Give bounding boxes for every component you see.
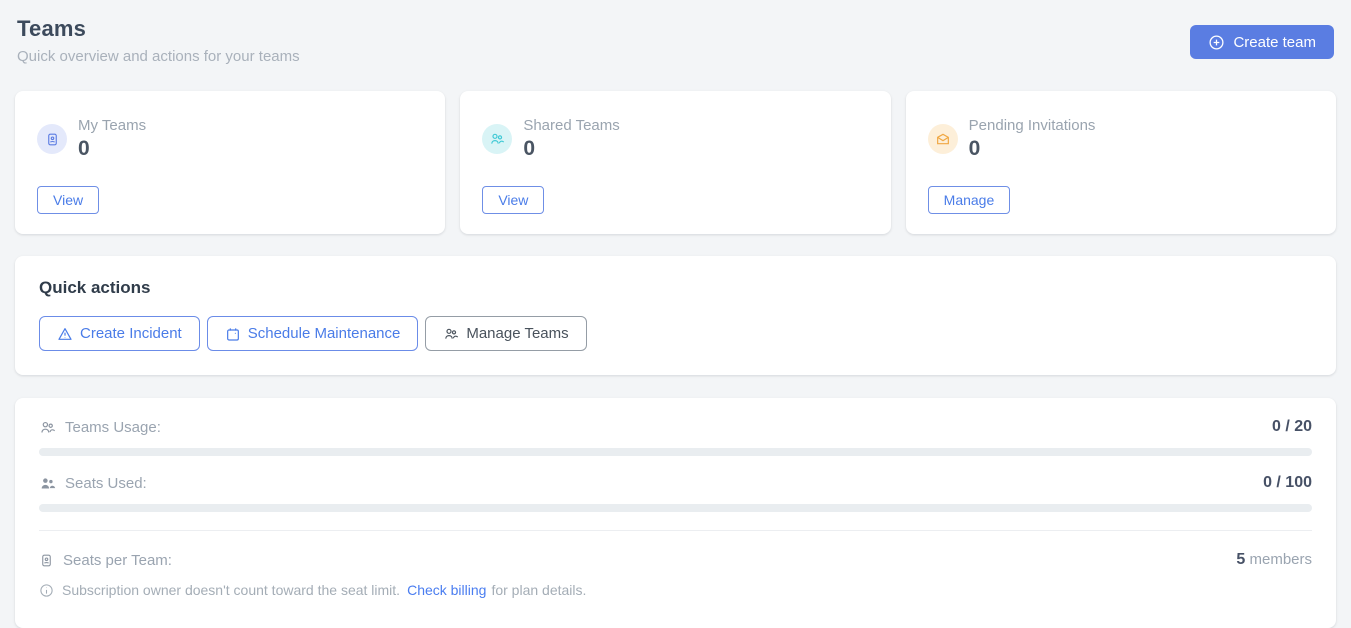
teams-usage-row: Teams Usage: 0 / 20 <box>39 418 1312 436</box>
id-badge-icon <box>39 553 54 568</box>
create-team-label: Create team <box>1233 34 1316 51</box>
card-title: Pending Invitations <box>969 117 1096 134</box>
users-icon <box>443 326 459 342</box>
circle-plus-icon <box>1208 34 1225 51</box>
teams-usage-value: 0 / 20 <box>1272 418 1312 436</box>
my-teams-card: My Teams 0 View <box>15 91 445 234</box>
create-incident-button[interactable]: Create Incident <box>39 316 200 351</box>
usage-note-text: Subscription owner doesn't count toward … <box>62 582 586 598</box>
seats-used-row: Seats Used: 0 / 100 <box>39 474 1312 492</box>
users-filled-icon <box>39 475 56 492</box>
info-icon <box>39 583 54 598</box>
seats-used-value: 0 / 100 <box>1263 474 1312 492</box>
seats-used-label-wrap: Seats Used: <box>39 475 147 492</box>
quick-actions-heading: Quick actions <box>39 278 1312 298</box>
schedule-maintenance-label: Schedule Maintenance <box>248 325 401 342</box>
seats-per-team-unit: members <box>1249 551 1312 568</box>
page-header-text: Teams Quick overview and actions for you… <box>17 16 300 65</box>
page-header: Teams Quick overview and actions for you… <box>17 16 1334 65</box>
alert-triangle-icon <box>57 326 73 342</box>
note-text-after: for plan details. <box>491 582 586 598</box>
seats-per-team-row: Seats per Team: 5 members <box>39 551 1312 569</box>
shared-teams-view-button[interactable]: View <box>482 186 544 214</box>
card-top: My Teams 0 <box>37 117 423 161</box>
note-text-before: Subscription owner doesn't count toward … <box>62 582 400 598</box>
teams-usage-label-wrap: Teams Usage: <box>39 419 161 436</box>
user-group-outline-icon <box>39 419 56 436</box>
card-text: My Teams 0 <box>78 117 146 161</box>
usage-note: Subscription owner doesn't count toward … <box>39 582 1312 598</box>
pending-invitations-manage-button[interactable]: Manage <box>928 186 1011 214</box>
seats-per-team-value: 5 members <box>1236 551 1312 569</box>
teams-usage-progress <box>39 448 1312 456</box>
usage-divider <box>39 530 1312 531</box>
seats-per-team-number: 5 <box>1236 551 1245 568</box>
card-title: Shared Teams <box>523 117 619 134</box>
envelope-icon <box>928 124 958 154</box>
card-text: Pending Invitations 0 <box>969 117 1096 161</box>
teams-usage-label: Teams Usage: <box>65 419 161 436</box>
seats-per-team-label-wrap: Seats per Team: <box>39 552 172 569</box>
card-value: 0 <box>78 137 146 161</box>
stat-cards-row: My Teams 0 View Shared Teams 0 View <box>15 91 1336 234</box>
create-incident-label: Create Incident <box>80 325 182 342</box>
page-subtitle: Quick overview and actions for your team… <box>17 48 300 65</box>
schedule-maintenance-button[interactable]: Schedule Maintenance <box>207 316 419 351</box>
card-value: 0 <box>969 137 1096 161</box>
page-title: Teams <box>17 16 300 42</box>
id-badge-icon <box>37 124 67 154</box>
card-top: Pending Invitations 0 <box>928 117 1314 161</box>
card-top: Shared Teams 0 <box>482 117 868 161</box>
quick-actions-panel: Quick actions Create Incident Schedule M… <box>15 256 1336 375</box>
seats-per-team-label: Seats per Team: <box>63 552 172 569</box>
create-team-button[interactable]: Create team <box>1190 25 1334 59</box>
usage-panel: Teams Usage: 0 / 20 Seats Used: 0 / 100 <box>15 398 1336 628</box>
calendar-icon <box>225 326 241 342</box>
pending-invitations-card: Pending Invitations 0 Manage <box>906 91 1336 234</box>
quick-actions-buttons: Create Incident Schedule Maintenance <box>39 316 1312 351</box>
seats-used-progress <box>39 504 1312 512</box>
manage-teams-button[interactable]: Manage Teams <box>425 316 586 351</box>
user-group-icon <box>482 124 512 154</box>
manage-teams-label: Manage Teams <box>466 325 568 342</box>
check-billing-link[interactable]: Check billing <box>407 582 486 598</box>
card-title: My Teams <box>78 117 146 134</box>
my-teams-view-button[interactable]: View <box>37 186 99 214</box>
card-value: 0 <box>523 137 619 161</box>
card-text: Shared Teams 0 <box>523 117 619 161</box>
seats-used-label: Seats Used: <box>65 475 147 492</box>
shared-teams-card: Shared Teams 0 View <box>460 91 890 234</box>
